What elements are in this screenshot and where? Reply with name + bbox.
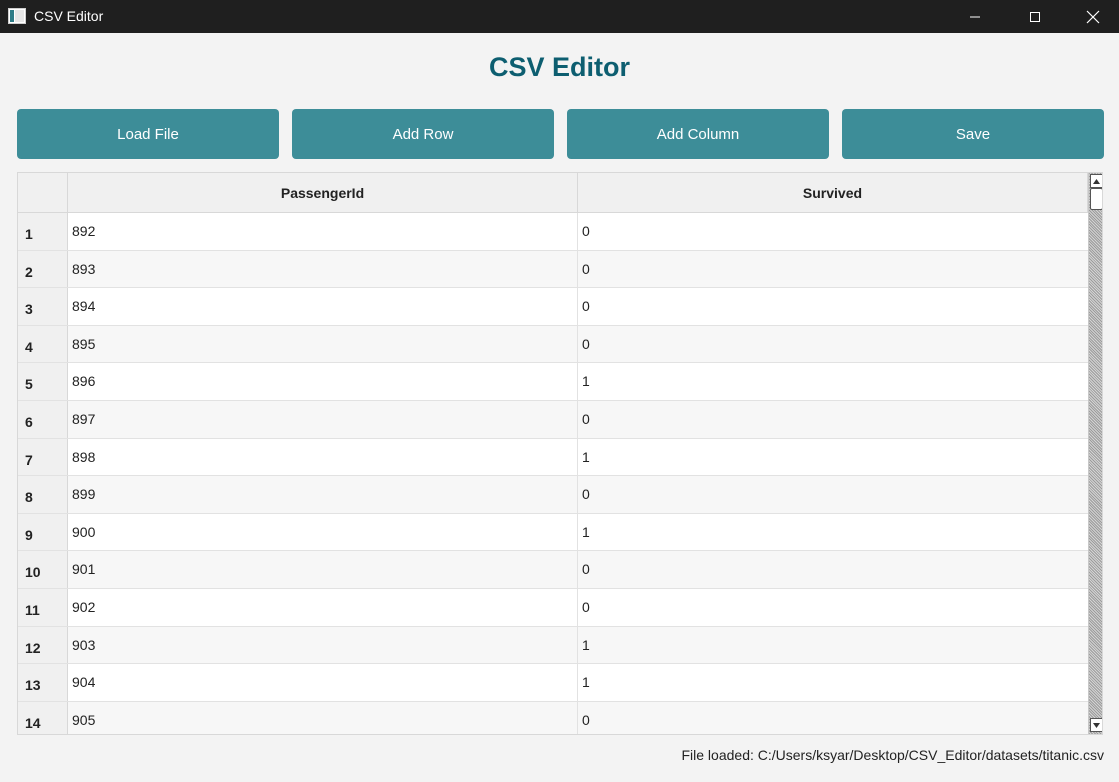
table-cell[interactable]: 0 [578, 213, 1088, 250]
table-cell[interactable]: 899 [68, 476, 578, 513]
row-number[interactable]: 4 [18, 325, 68, 363]
table-cell[interactable]: 0 [578, 589, 1088, 626]
row-number[interactable]: 2 [18, 250, 68, 288]
table-cell[interactable]: 1 [578, 363, 1088, 400]
table-cell[interactable]: 0 [578, 401, 1088, 438]
table-row: 13 904 1 [18, 664, 1088, 702]
table-row: 3 894 0 [18, 288, 1088, 326]
table-row: 11 902 0 [18, 589, 1088, 627]
close-icon [1086, 10, 1100, 23]
scroll-up-arrow-icon [1093, 178, 1100, 184]
table-cell[interactable]: 1 [578, 439, 1088, 476]
table-cell[interactable]: 902 [68, 589, 578, 626]
row-number[interactable]: 6 [18, 401, 68, 438]
table-cell[interactable]: 892 [68, 213, 578, 250]
maximize-icon [1030, 11, 1040, 22]
table-cell[interactable]: 903 [68, 626, 578, 664]
close-button[interactable] [1066, 0, 1119, 33]
save-button[interactable]: Save [842, 109, 1104, 159]
maximize-button[interactable] [1008, 0, 1062, 33]
table-row: 12 903 1 [18, 626, 1088, 665]
scroll-up-button[interactable] [1090, 174, 1102, 188]
vertical-scrollbar[interactable] [1088, 173, 1102, 734]
table-cell[interactable]: 897 [68, 401, 578, 438]
table-cell[interactable]: 1 [578, 627, 1088, 664]
row-number[interactable]: 14 [18, 701, 68, 734]
table-cell[interactable]: 0 [578, 326, 1088, 363]
table-cell[interactable]: 0 [578, 702, 1088, 734]
row-number[interactable]: 12 [18, 626, 68, 664]
row-number[interactable]: 10 [18, 551, 68, 588]
table-row: 1 892 0 [18, 213, 1088, 251]
table-cell[interactable]: 895 [68, 325, 578, 363]
table-cell[interactable]: 0 [578, 551, 1088, 588]
column-header-passengerid[interactable]: PassengerId [68, 173, 578, 213]
table-row: 2 893 0 [18, 250, 1088, 289]
add-column-button[interactable]: Add Column [567, 109, 829, 159]
row-number[interactable]: 5 [18, 363, 68, 400]
row-number[interactable]: 3 [18, 288, 68, 325]
row-number[interactable]: 7 [18, 438, 68, 476]
table-cell[interactable]: 904 [68, 664, 578, 701]
table-cell[interactable]: 1 [578, 664, 1088, 701]
window-titlebar: CSV Editor [0, 0, 1119, 33]
table-row: 8 899 0 [18, 476, 1088, 514]
scroll-thumb[interactable] [1090, 188, 1102, 210]
table-row: 10 901 0 [18, 551, 1088, 589]
scroll-down-button[interactable] [1090, 718, 1102, 732]
table-row: 14 905 0 [18, 701, 1088, 734]
table-row: 5 896 1 [18, 363, 1088, 401]
table-cell[interactable]: 901 [68, 551, 578, 588]
row-number[interactable]: 8 [18, 476, 68, 513]
table-cell[interactable]: 1 [578, 514, 1088, 551]
load-file-button[interactable]: Load File [17, 109, 279, 159]
add-row-button[interactable]: Add Row [292, 109, 554, 159]
table-cell[interactable]: 893 [68, 250, 578, 288]
minimize-icon [970, 16, 980, 17]
table-cell[interactable]: 0 [578, 476, 1088, 513]
table-row: 7 898 1 [18, 438, 1088, 477]
table-cell[interactable]: 900 [68, 513, 578, 551]
row-number[interactable]: 11 [18, 589, 68, 626]
status-label: File loaded: C:/Users/ksyar/Desktop/CSV_… [681, 747, 1104, 763]
row-number[interactable]: 1 [18, 213, 68, 250]
table-cell[interactable]: 905 [68, 701, 578, 734]
window-title: CSV Editor [34, 8, 104, 24]
table-cell[interactable]: 894 [68, 288, 578, 325]
table-corner[interactable] [18, 173, 68, 213]
scroll-down-arrow-icon [1093, 722, 1100, 728]
table-row: 9 900 1 [18, 513, 1088, 552]
table-cell[interactable]: 896 [68, 363, 578, 400]
page-title: CSV Editor [488, 52, 630, 82]
column-header-survived[interactable]: Survived [578, 173, 1088, 213]
row-number[interactable]: 13 [18, 664, 68, 701]
minimize-button[interactable] [948, 0, 1002, 33]
table-cell[interactable]: 898 [68, 438, 578, 476]
data-table: PassengerId Survived 1 892 0 2 893 0 3 8… [17, 172, 1103, 735]
row-number[interactable]: 9 [18, 513, 68, 551]
app-icon [8, 8, 26, 24]
table-row: 4 895 0 [18, 325, 1088, 364]
table-cell[interactable]: 0 [578, 288, 1088, 325]
table-row: 6 897 0 [18, 401, 1088, 439]
table-cell[interactable]: 0 [578, 251, 1088, 288]
